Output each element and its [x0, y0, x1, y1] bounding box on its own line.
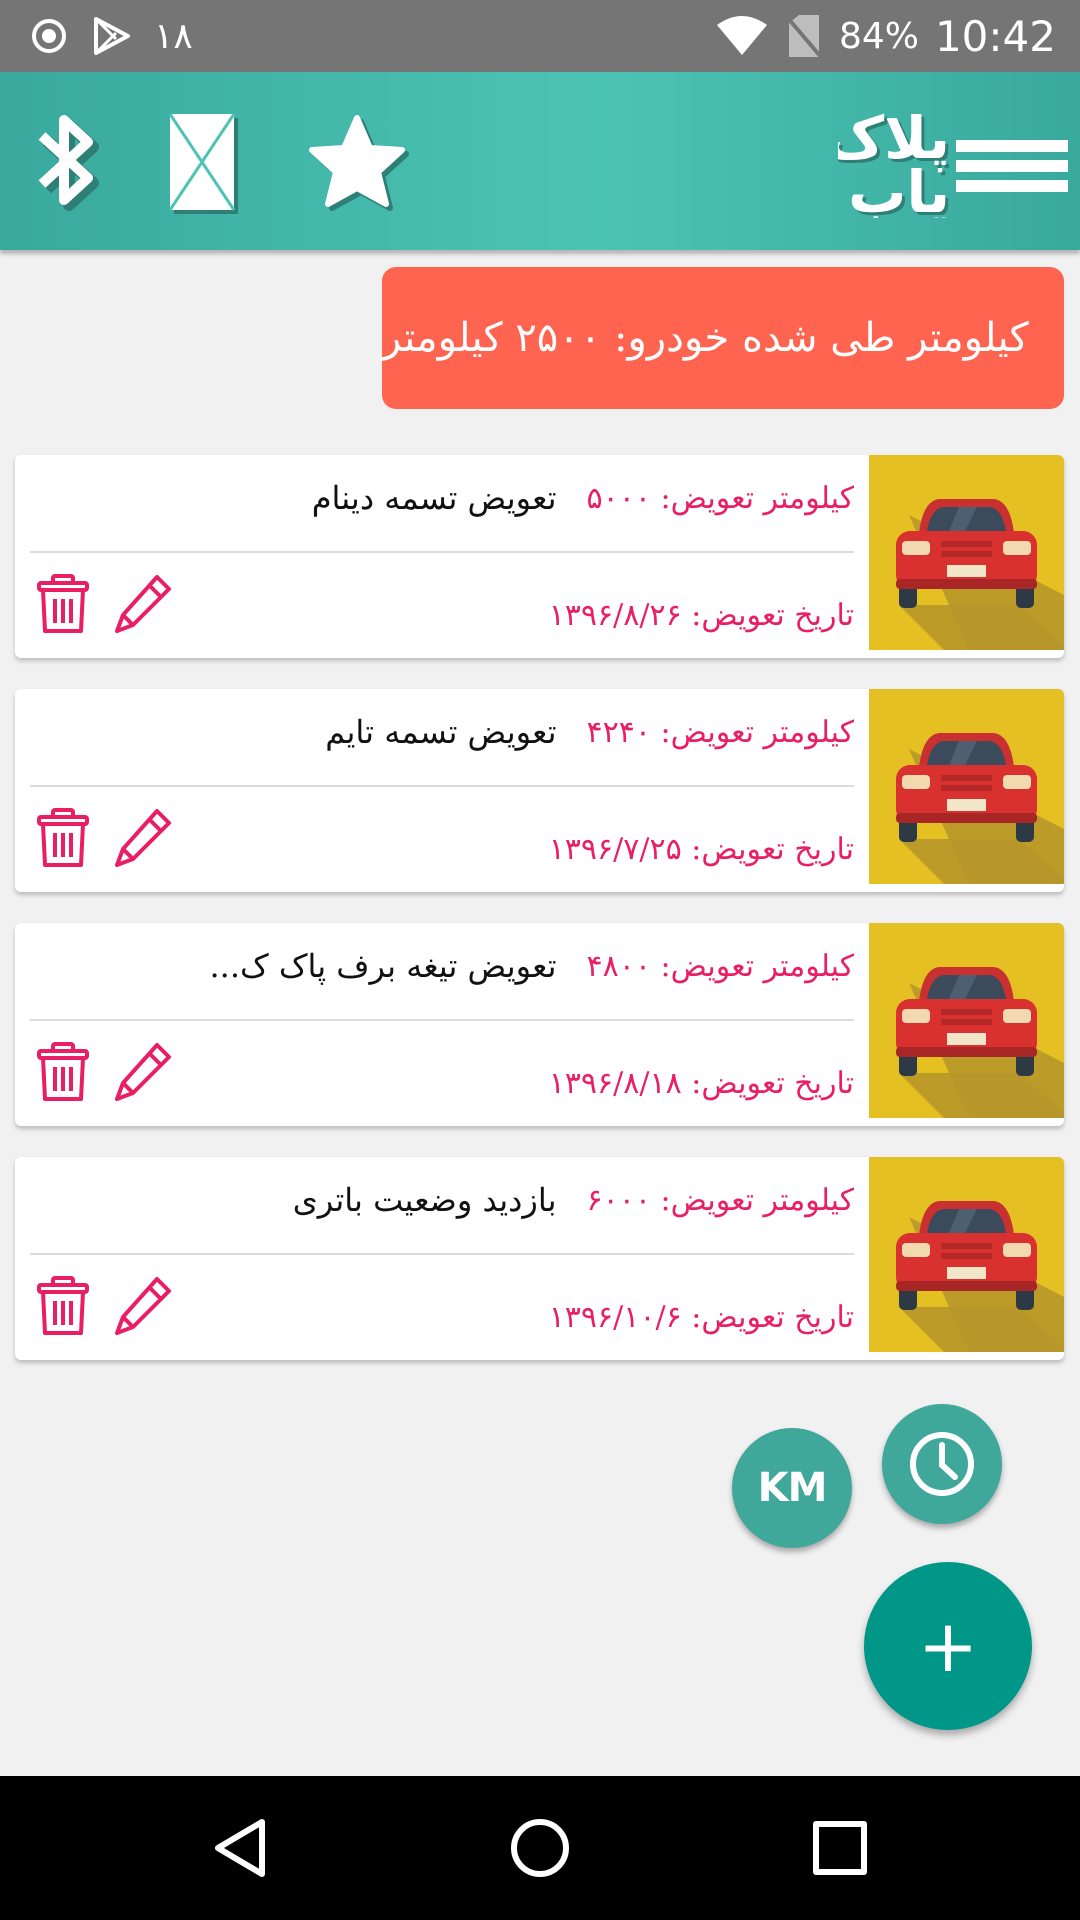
service-title: تعویض تیغه برف پاک ک...: [209, 947, 557, 985]
svg-text:یاب: یاب: [848, 158, 950, 218]
recents-icon[interactable]: [800, 1808, 880, 1888]
notification-count: ۱۸: [154, 15, 193, 57]
divider: [30, 551, 854, 553]
divider: [30, 1019, 854, 1021]
wifi-icon: [716, 16, 767, 55]
service-title: بازدید وضعیت باتری: [292, 1181, 557, 1219]
back-icon[interactable]: [200, 1808, 280, 1888]
car-icon: [869, 455, 1064, 650]
play-store-icon: [94, 17, 130, 55]
car-icon: [869, 689, 1064, 884]
system-nav-bar: [0, 1776, 1080, 1920]
service-date: تاریخ تعویض: ۱۳۹۶/۷/۲۵: [548, 831, 854, 867]
edit-icon[interactable]: [113, 807, 173, 869]
car-icon: [869, 923, 1064, 1118]
km-label: KM: [757, 1465, 828, 1511]
odometer-banner: کیلومتر طی شده خودرو: ۲۵۰۰ کیلومتر: [382, 267, 1064, 409]
delete-icon[interactable]: [33, 1041, 93, 1103]
edit-icon[interactable]: [113, 1275, 173, 1337]
clock-icon: [910, 1432, 974, 1496]
no-sim-icon: [785, 15, 823, 59]
home-icon[interactable]: [500, 1808, 580, 1888]
edit-icon[interactable]: [113, 1041, 173, 1103]
service-title: تعویض تسمه دینام: [311, 479, 557, 517]
service-date: تاریخ تعویض: ۱۳۹۶/۱۰/۶: [548, 1299, 854, 1335]
bluetooth-icon[interactable]: [30, 106, 108, 216]
service-km: کیلومتر تعویض: ۵۰۰۰: [586, 480, 855, 516]
delete-icon[interactable]: [33, 573, 93, 635]
app-toolbar: پلاک پلاک یاب یاب: [0, 72, 1080, 250]
envelope-icon[interactable]: [168, 112, 244, 218]
app-logo: پلاک پلاک یاب یاب: [825, 100, 1068, 229]
clock: 10:42: [934, 11, 1056, 61]
star-icon[interactable]: [304, 110, 410, 214]
service-card[interactable]: بازدید وضعیت باتری کیلومتر تعویض: ۶۰۰۰ ت…: [15, 1157, 1064, 1360]
service-km: کیلومتر تعویض: ۴۲۴۰: [586, 714, 855, 750]
history-fab[interactable]: [882, 1404, 1002, 1524]
divider: [30, 1253, 854, 1255]
status-bar: ۱۸ 84% 10:42: [0, 0, 1080, 72]
service-km: کیلومتر تعویض: ۴۸۰۰: [586, 948, 855, 984]
odometer-fab[interactable]: KM: [732, 1428, 852, 1548]
add-service-button[interactable]: +: [864, 1562, 1032, 1730]
record-icon: [32, 19, 66, 53]
service-card[interactable]: تعویض تسمه دینام کیلومتر تعویض: ۵۰۰۰ تار…: [15, 455, 1064, 658]
edit-icon[interactable]: [113, 573, 173, 635]
service-title: تعویض تسمه تایم: [325, 713, 557, 751]
service-date: تاریخ تعویض: ۱۳۹۶/۸/۱۸: [548, 1065, 854, 1101]
car-icon: [869, 1157, 1064, 1352]
service-card[interactable]: تعویض تیغه برف پاک ک... کیلومتر تعویض: ۴…: [15, 923, 1064, 1126]
service-km: کیلومتر تعویض: ۶۰۰۰: [586, 1182, 855, 1218]
delete-icon[interactable]: [33, 807, 93, 869]
delete-icon[interactable]: [33, 1275, 93, 1337]
service-date: تاریخ تعویض: ۱۳۹۶/۸/۲۶: [548, 597, 854, 633]
battery-percent: 84%: [838, 15, 919, 57]
service-card[interactable]: تعویض تسمه تایم کیلومتر تعویض: ۴۲۴۰ تاری…: [15, 689, 1064, 892]
divider: [30, 785, 854, 787]
